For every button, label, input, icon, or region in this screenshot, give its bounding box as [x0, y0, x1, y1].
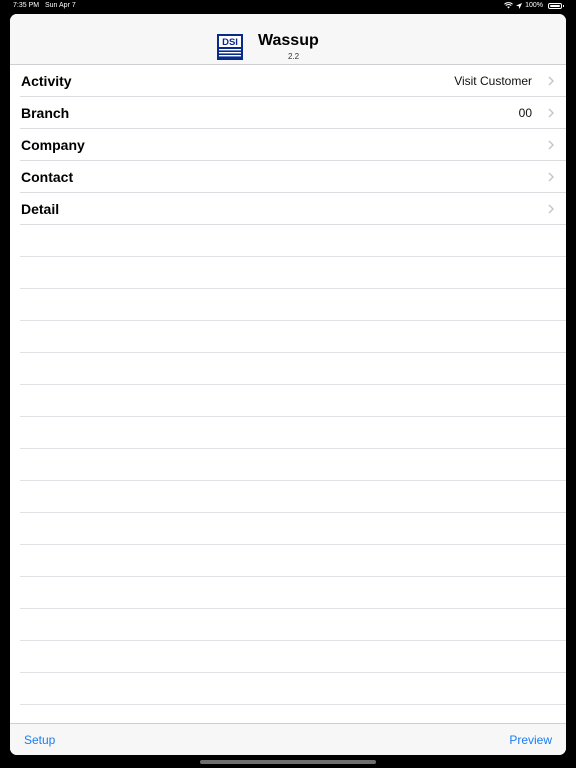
logo-text: DSI — [222, 37, 238, 48]
empty-row — [10, 257, 566, 289]
empty-row — [10, 641, 566, 673]
row-label: Branch — [21, 105, 70, 121]
chevron-right-icon — [546, 138, 556, 152]
row-label: Contact — [21, 169, 74, 185]
row-activity[interactable]: Activity Visit Customer — [10, 65, 566, 97]
bottom-toolbar: Setup Preview — [10, 723, 566, 755]
row-value: 00 — [518, 106, 532, 120]
chevron-right-icon — [546, 106, 556, 120]
setup-button[interactable]: Setup — [24, 733, 55, 747]
wifi-icon — [504, 2, 513, 9]
row-contact[interactable]: Contact — [10, 161, 566, 193]
empty-row — [10, 385, 566, 417]
empty-row — [10, 353, 566, 385]
battery-percentage: 100% — [525, 2, 543, 9]
empty-row — [10, 545, 566, 577]
empty-row — [10, 481, 566, 513]
empty-row — [10, 673, 566, 705]
chevron-right-icon — [546, 74, 556, 88]
row-label: Activity — [21, 73, 72, 89]
empty-row — [10, 513, 566, 545]
settings-list: Activity Visit Customer Branch 00 Compan… — [10, 65, 566, 737]
empty-row — [10, 289, 566, 321]
app-title: Wassup — [258, 32, 319, 49]
empty-row — [10, 321, 566, 353]
chevron-right-icon — [546, 170, 556, 184]
status-date: Sun Apr 7 — [45, 2, 76, 9]
row-detail[interactable]: Detail — [10, 193, 566, 225]
empty-row — [10, 609, 566, 641]
row-company[interactable]: Company — [10, 129, 566, 161]
dsi-logo: DSI — [217, 34, 243, 60]
home-indicator — [200, 760, 376, 764]
empty-row — [10, 417, 566, 449]
main-sheet: DSI Wassup 2.2 Activity Visit Customer B… — [10, 14, 566, 755]
navigation-bar: DSI Wassup 2.2 — [10, 14, 566, 65]
battery-icon — [548, 2, 564, 9]
row-label: Detail — [21, 201, 60, 217]
app-version: 2.2 — [288, 52, 300, 61]
status-indicators: 100% — [504, 2, 564, 9]
status-bar: 7:35 PM Sun Apr 7 100% — [0, 0, 576, 12]
preview-button[interactable]: Preview — [509, 733, 552, 747]
empty-row — [10, 449, 566, 481]
row-label: Company — [21, 137, 85, 153]
status-time: 7:35 PM — [13, 2, 40, 9]
location-icon — [516, 2, 523, 9]
row-value: Visit Customer — [454, 74, 532, 88]
row-branch[interactable]: Branch 00 — [10, 97, 566, 129]
empty-row — [10, 577, 566, 609]
empty-row — [10, 225, 566, 257]
chevron-right-icon — [546, 202, 556, 216]
